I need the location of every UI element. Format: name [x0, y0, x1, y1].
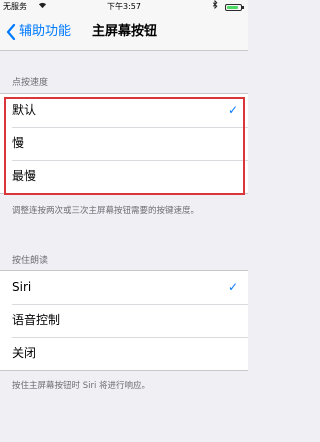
option-slowest[interactable]: 最慢: [0, 160, 248, 193]
click-speed-list: 默认 ✓ 慢 最慢: [0, 93, 248, 194]
option-label: 关闭: [12, 346, 37, 360]
checkmark-icon: ✓: [227, 280, 238, 294]
option-label: 慢: [12, 136, 25, 150]
option-off[interactable]: 关闭: [0, 337, 248, 370]
option-label: 语音控制: [12, 313, 61, 327]
chevron-left-icon: [6, 24, 16, 40]
option-label: 最慢: [12, 169, 37, 183]
back-button-label: 辅助功能: [19, 24, 72, 39]
press-hold-footnote: 按住主屏幕按钮时 Siri 将进行响应。: [12, 381, 151, 391]
option-default[interactable]: 默认 ✓: [0, 94, 248, 127]
section-header-click-speed: 点按速度: [12, 78, 49, 88]
option-label: Siri: [12, 280, 32, 294]
navigation-bar: 辅助功能 主屏幕按钮: [0, 14, 248, 51]
bluetooth-icon: [212, 0, 218, 14]
section-header-press-hold: 按住朗读: [12, 256, 49, 266]
checkmark-icon: ✓: [227, 103, 238, 117]
page-title: 主屏幕按钮: [92, 24, 158, 39]
option-siri[interactable]: Siri ✓: [0, 271, 248, 304]
press-hold-list: Siri ✓ 语音控制 关闭: [0, 270, 248, 371]
option-slow[interactable]: 慢: [0, 127, 248, 160]
status-bar: 无服务 下午3:57: [0, 0, 248, 14]
option-voice-control[interactable]: 语音控制: [0, 304, 248, 337]
click-speed-footnote: 调整连按两次或三次主屏幕按钮需要的按键速度。: [12, 206, 200, 216]
status-time: 下午3:57: [107, 2, 141, 11]
option-label: 默认: [12, 103, 37, 117]
battery-icon: [225, 4, 244, 11]
back-button[interactable]: 辅助功能: [6, 22, 71, 42]
